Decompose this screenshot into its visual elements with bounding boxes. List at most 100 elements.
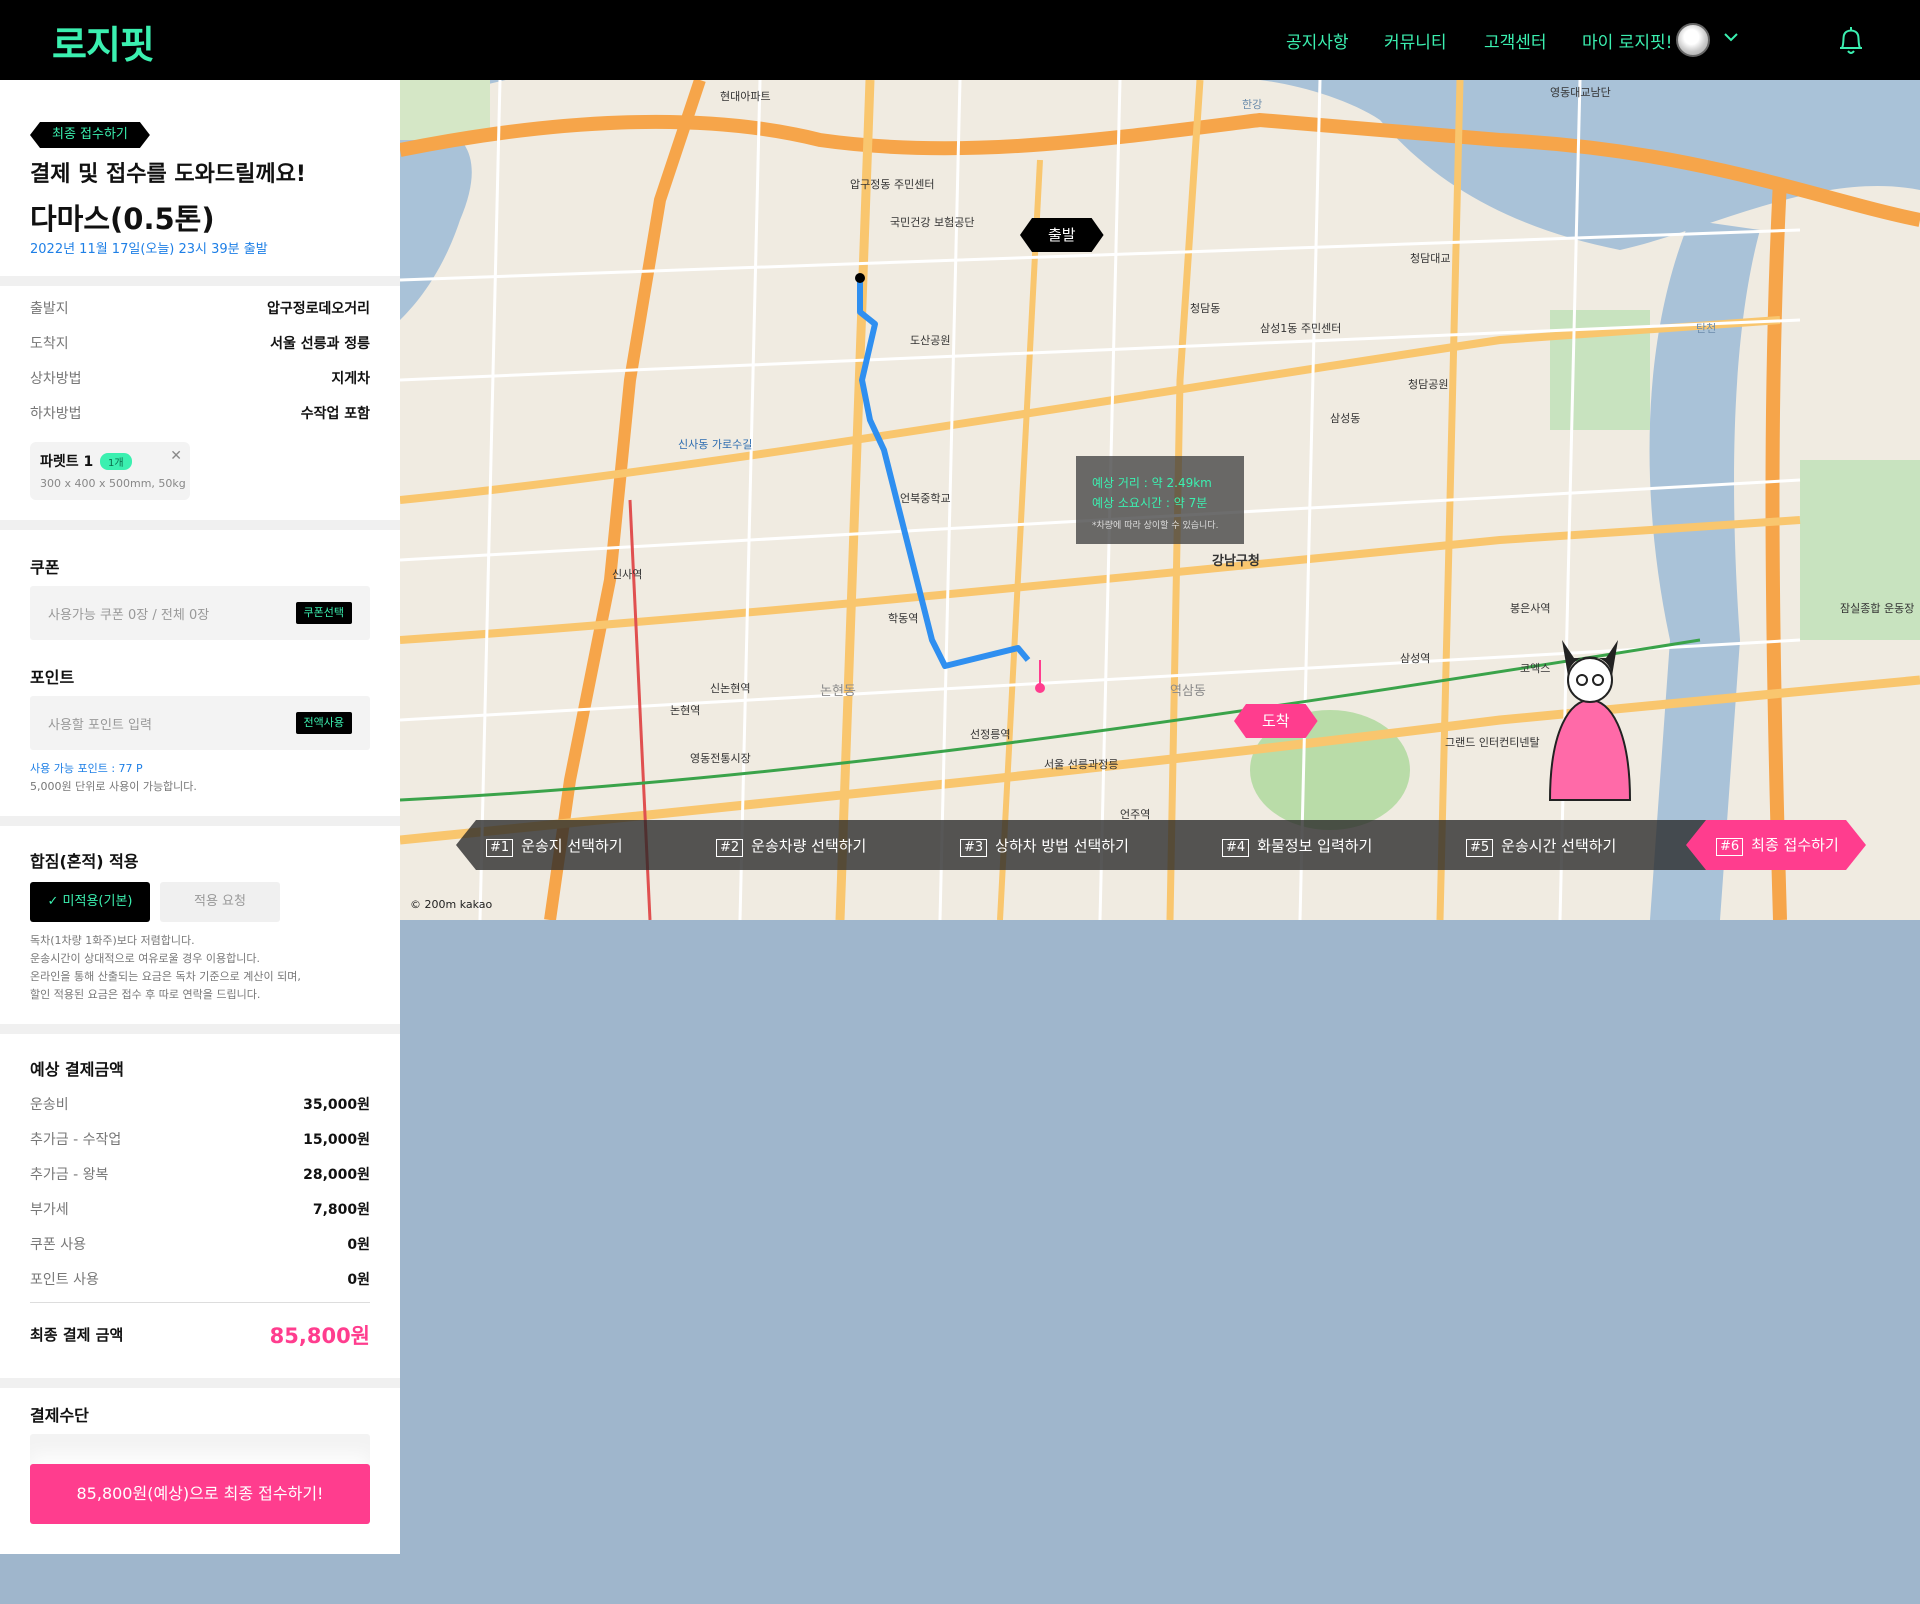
divider bbox=[0, 1024, 400, 1034]
map-label: 코엑스 bbox=[1520, 662, 1551, 675]
chevron-down-icon[interactable] bbox=[1722, 28, 1740, 46]
estimate-value: 7,800원 bbox=[312, 1202, 370, 1218]
cargo-chip: 파렛트 1 1개 ✕ 300 x 400 x 500mm, 50kg bbox=[30, 442, 190, 500]
estimate-label: 운송비 bbox=[30, 1097, 69, 1113]
cargo-name: 파렛트 1 bbox=[40, 454, 94, 470]
map-label: 신사역 bbox=[612, 568, 643, 581]
estimate-label: 포인트 사용 bbox=[30, 1272, 99, 1288]
avatar[interactable] bbox=[1676, 23, 1710, 57]
step-number: #2 bbox=[716, 839, 744, 857]
map-label: 청담공원 bbox=[1408, 378, 1449, 391]
detail-label-unloading: 하차방법 bbox=[30, 406, 82, 422]
nav-my-logifit[interactable]: 마이 로지핏! bbox=[1582, 28, 1672, 53]
map-label: 영동전통시장 bbox=[690, 752, 751, 765]
map-label: 봉은사역 bbox=[1510, 602, 1551, 615]
major-road bbox=[544, 80, 706, 920]
order-panel: 최종 접수하기 결제 및 접수를 도와드릴께요! 다마스(0.5톤) 2022년… bbox=[0, 80, 400, 1554]
map-copyright: © 200m kakao bbox=[410, 898, 493, 911]
step-4[interactable]: #4 화물정보 입력하기 bbox=[1222, 835, 1372, 857]
panel-heading: 결제 및 접수를 도와드릴께요! bbox=[30, 162, 306, 187]
map-label: 강남구청 bbox=[1212, 554, 1260, 569]
step-label: 화물정보 입력하기 bbox=[1257, 837, 1373, 855]
map-label: 청담동 bbox=[1190, 302, 1221, 315]
map-label: 신논현역 bbox=[710, 682, 751, 695]
map-label: 삼성동 bbox=[1330, 412, 1361, 425]
detail-label-origin: 출발지 bbox=[30, 301, 69, 317]
map-label: 신사동 가로수길 bbox=[678, 438, 753, 451]
step-5[interactable]: #5 운송시간 선택하기 bbox=[1466, 835, 1616, 857]
point-unit-note: 5,000원 단위로 사용이 가능합니다. bbox=[30, 780, 197, 793]
map-label: 압구정동 주민센터 bbox=[850, 178, 935, 191]
coupon-title: 쿠폰 bbox=[30, 558, 60, 577]
map-label: 역삼동 bbox=[1170, 684, 1206, 699]
step-badge: 최종 접수하기 bbox=[30, 122, 150, 148]
start-marker-dot bbox=[855, 273, 865, 283]
map-label: 언주역 bbox=[1120, 808, 1151, 821]
mixed-load-off-toggle[interactable]: ✓ 미적용(기본) bbox=[30, 882, 150, 922]
detail-label-destination: 도착지 bbox=[30, 336, 69, 352]
divider bbox=[0, 816, 400, 826]
estimate-value: 0원 bbox=[347, 1237, 370, 1253]
map-label: 잠실종합 운동장 bbox=[1840, 602, 1915, 615]
map-label: 언북중학교 bbox=[900, 492, 951, 505]
estimate-value: 15,000원 bbox=[303, 1132, 370, 1148]
map-label: 그랜드 인터컨티넨탈 bbox=[1445, 736, 1540, 749]
step-label: 운송차량 선택하기 bbox=[751, 837, 867, 855]
mixed-note-2: 운송시간이 상대적으로 여유로울 경우 이용합니다. bbox=[30, 952, 261, 965]
coupon-field[interactable]: 사용가능 쿠폰 0장 / 전체 0장 쿠폰선택 bbox=[30, 586, 370, 640]
route-note: *차량에 따라 상이할 수 있습니다. bbox=[1092, 521, 1219, 531]
route-distance: 예상 거리 : 약 2.49km bbox=[1092, 476, 1212, 490]
coupon-select-button[interactable]: 쿠폰선택 bbox=[295, 602, 352, 624]
step-label: 운송지 선택하기 bbox=[521, 837, 623, 855]
logo[interactable]: 로지핏 bbox=[52, 14, 155, 69]
guide-character bbox=[1548, 640, 1632, 801]
step-3[interactable]: #3 상하차 방법 선택하기 bbox=[960, 835, 1129, 857]
detail-value-loading: 지게차 bbox=[331, 371, 370, 387]
divider bbox=[0, 1378, 400, 1388]
use-all-points-button[interactable]: 전액사용 bbox=[295, 712, 352, 734]
close-icon[interactable]: ✕ bbox=[170, 448, 182, 464]
coupon-placeholder: 사용가능 쿠폰 0장 / 전체 0장 bbox=[48, 608, 210, 623]
step-number: #3 bbox=[960, 839, 988, 857]
point-input[interactable]: 사용할 포인트 입력 전액사용 bbox=[30, 696, 370, 750]
map-label: 논현동 bbox=[820, 684, 856, 699]
cargo-count-badge: 1개 bbox=[100, 453, 132, 470]
map-label: 국민건강 보험공단 bbox=[890, 216, 975, 229]
estimate-value: 0원 bbox=[347, 1272, 370, 1288]
step-6-current[interactable]: #6 최종 접수하기 bbox=[1686, 820, 1866, 870]
estimate-label: 부가세 bbox=[30, 1202, 69, 1218]
nav-community[interactable]: 커뮤니티 bbox=[1384, 28, 1447, 53]
map-label: 삼성역 bbox=[1400, 652, 1431, 665]
divider bbox=[30, 1302, 370, 1303]
submit-order-button[interactable]: 85,800원(예상)으로 최종 접수하기! bbox=[30, 1464, 370, 1524]
route-map[interactable]: 현대아파트 압구정동 주민센터 신사역 논현역 강남구청 선정릉역 서울 선릉과… bbox=[400, 80, 1920, 920]
detail-value-destination: 서울 선릉과 정릉 bbox=[270, 336, 370, 352]
nav-notice[interactable]: 공지사항 bbox=[1286, 28, 1349, 53]
mixed-note-1: 독차(1차량 1화주)보다 저렴합니다. bbox=[30, 934, 195, 947]
map-label: 선정릉역 bbox=[970, 728, 1011, 741]
vehicle-name: 다마스(0.5톤) bbox=[30, 202, 215, 236]
estimate-title: 예상 결제금액 bbox=[30, 1060, 124, 1079]
step-number: #4 bbox=[1222, 839, 1250, 857]
start-pin[interactable]: 출발 bbox=[1020, 218, 1104, 252]
major-road bbox=[1765, 179, 1787, 920]
step-2[interactable]: #2 운송차량 선택하기 bbox=[716, 835, 866, 857]
mixed-note-4: 할인 적용된 요금은 접수 후 따로 연락을 드립니다. bbox=[30, 988, 261, 1001]
payment-title: 결제수단 bbox=[30, 1406, 89, 1425]
map-label: 서울 선릉과정릉 bbox=[1044, 758, 1119, 771]
map-label: 삼성1동 주민센터 bbox=[1260, 322, 1342, 335]
progress-step-bar bbox=[456, 820, 1846, 870]
route-time: 예상 소요시간 : 약 7분 bbox=[1092, 496, 1208, 510]
step-number: #6 bbox=[1716, 838, 1743, 856]
map-label: 현대아파트 bbox=[720, 90, 771, 103]
estimate-value: 35,000원 bbox=[303, 1097, 370, 1113]
end-pin[interactable]: 도착 bbox=[1234, 704, 1318, 738]
mixed-load-request-toggle[interactable]: 적용 요청 bbox=[160, 882, 280, 922]
bell-icon[interactable] bbox=[1836, 24, 1866, 56]
detail-value-unloading: 수작업 포함 bbox=[300, 406, 370, 422]
map-label: 한강 bbox=[1242, 98, 1263, 111]
nav-support[interactable]: 고객센터 bbox=[1484, 28, 1547, 53]
step-1[interactable]: #1 운송지 선택하기 bbox=[486, 835, 623, 857]
detail-value-origin: 압구정로데오거리 bbox=[266, 301, 370, 317]
mixed-note-3: 온라인을 통해 산출되는 요금은 독차 기준으로 계산이 되며, bbox=[30, 970, 301, 983]
